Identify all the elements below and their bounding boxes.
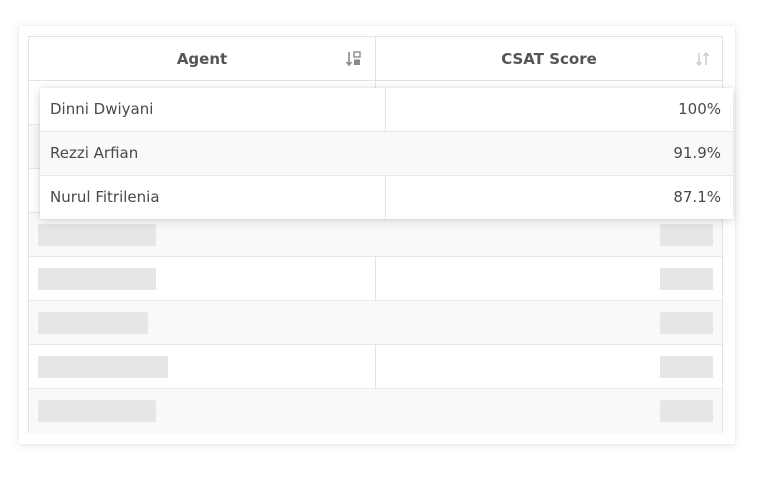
sort-alpha-down-icon[interactable] xyxy=(345,50,363,68)
csat-score: 100% xyxy=(678,100,721,118)
rows-preview-panel: Dinni Dwiyani 100% Rezzi Arfian 91.9% Nu… xyxy=(40,88,733,219)
column-header-agent[interactable]: Agent xyxy=(29,37,375,80)
table-row-skeleton xyxy=(29,389,722,433)
table-header: Agent CSAT Score xyxy=(29,37,722,81)
skeleton-score xyxy=(660,400,713,422)
skeleton-score xyxy=(660,224,713,246)
table-row-skeleton xyxy=(29,345,722,389)
skeleton-agent xyxy=(38,224,156,246)
column-header-csat[interactable]: CSAT Score xyxy=(376,37,722,80)
skeleton-score xyxy=(660,312,713,334)
skeleton-agent xyxy=(38,400,156,422)
table-row[interactable]: Rezzi Arfian 91.9% xyxy=(40,132,733,176)
skeleton-score xyxy=(660,268,713,290)
table-row-skeleton xyxy=(29,213,722,257)
agent-name: Rezzi Arfian xyxy=(50,144,139,162)
table-row[interactable]: Nurul Fitrilenia 87.1% xyxy=(40,176,733,219)
skeleton-score xyxy=(660,356,713,378)
skeleton-agent xyxy=(38,268,156,290)
table-row-skeleton xyxy=(29,301,722,345)
agent-name: Nurul Fitrilenia xyxy=(50,188,160,206)
sort-icon[interactable] xyxy=(694,50,712,68)
skeleton-agent xyxy=(38,356,168,378)
table-row-skeleton xyxy=(29,257,722,301)
column-header-agent-label: Agent xyxy=(176,49,228,68)
table-row[interactable]: Dinni Dwiyani 100% xyxy=(40,88,733,132)
csat-score: 91.9% xyxy=(673,144,721,162)
agent-name: Dinni Dwiyani xyxy=(50,100,154,118)
column-header-csat-label: CSAT Score xyxy=(501,49,597,68)
skeleton-agent xyxy=(38,312,148,334)
csat-score: 87.1% xyxy=(673,188,721,206)
